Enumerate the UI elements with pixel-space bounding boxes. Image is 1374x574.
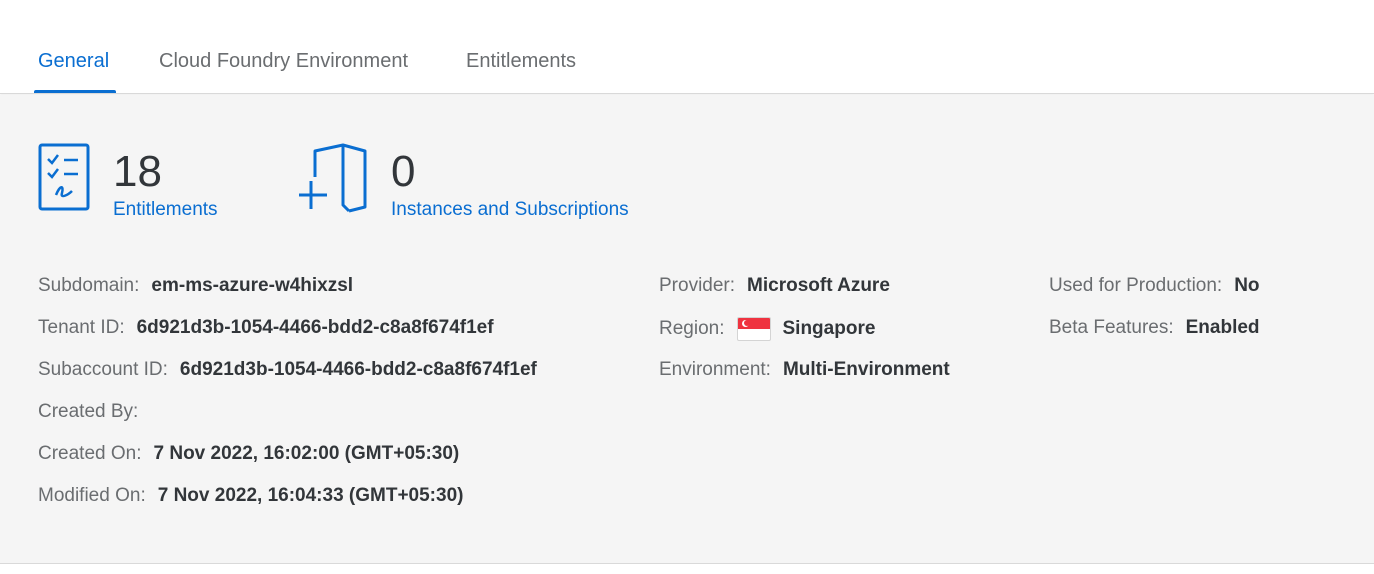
used-for-production-label: Used for Production: [1049, 275, 1223, 296]
beta-features-label: Beta Features: [1049, 317, 1174, 338]
environment-value: Multi-Environment [782, 359, 950, 380]
tab-bar: General Cloud Foundry Environment Entitl… [0, 0, 1374, 94]
tenant-id-value: 6d921d3b-1054-4466-bdd2-c8a8f674f1ef [136, 317, 494, 338]
subaccount-id-value: 6d921d3b-1054-4466-bdd2-c8a8f674f1ef [179, 359, 537, 380]
beta-features-value: Enabled [1185, 317, 1260, 338]
provider-value: Microsoft Azure [747, 275, 890, 296]
tab-cloud-foundry-environment[interactable]: Cloud Foundry Environment [159, 50, 408, 73]
provider-label: Provider: [659, 275, 736, 296]
tenant-id-field: Tenant ID: 6d921d3b-1054-4466-bdd2-c8a8f… [38, 317, 494, 339]
environment-field: Environment: Multi-Environment [659, 359, 950, 381]
region-field: Region: Singapore [659, 317, 875, 341]
modified-on-field: Modified On: 7 Nov 2022, 16:04:33 (GMT+0… [38, 485, 463, 507]
singapore-flag-icon [736, 317, 771, 341]
modified-on-value: 7 Nov 2022, 16:04:33 (GMT+05:30) [157, 485, 464, 506]
environment-label: Environment: [659, 359, 771, 380]
active-tab-indicator [34, 90, 116, 93]
checklist-icon [38, 143, 90, 211]
tab-entitlements[interactable]: Entitlements [466, 50, 576, 73]
entitlements-link[interactable]: Entitlements [113, 199, 218, 221]
subdomain-field: Subdomain: em-ms-azure-w4hixzsl [38, 275, 353, 297]
subdomain-label: Subdomain: [38, 275, 140, 296]
used-for-production-value: No [1234, 275, 1260, 296]
provider-field: Provider: Microsoft Azure [659, 275, 890, 297]
modified-on-label: Modified On: [38, 485, 146, 506]
tenant-id-label: Tenant ID: [38, 317, 125, 338]
bottom-area [0, 564, 1374, 574]
subdomain-value: em-ms-azure-w4hixzsl [151, 275, 354, 296]
created-on-field: Created On: 7 Nov 2022, 16:02:00 (GMT+05… [38, 443, 459, 465]
tab-general[interactable]: General [38, 50, 109, 73]
instances-subscriptions-link[interactable]: Instances and Subscriptions [391, 199, 629, 221]
used-for-production-field: Used for Production: No [1049, 275, 1260, 297]
created-by-field: Created By: [38, 401, 150, 423]
instances-count: 0 [391, 147, 416, 196]
entitlements-count: 18 [113, 147, 162, 196]
subaccount-id-label: Subaccount ID: [38, 359, 168, 380]
add-document-icon [299, 143, 367, 213]
region-label: Region: [659, 318, 725, 339]
beta-features-field: Beta Features: Enabled [1049, 317, 1260, 339]
created-on-value: 7 Nov 2022, 16:02:00 (GMT+05:30) [153, 443, 460, 464]
subaccount-id-field: Subaccount ID: 6d921d3b-1054-4466-bdd2-c… [38, 359, 537, 381]
created-by-label: Created By: [38, 401, 139, 422]
created-on-label: Created On: [38, 443, 142, 464]
region-value: Singapore [782, 318, 876, 339]
general-panel: 18 Entitlements 0 Instances and Subscrip… [0, 95, 1374, 564]
